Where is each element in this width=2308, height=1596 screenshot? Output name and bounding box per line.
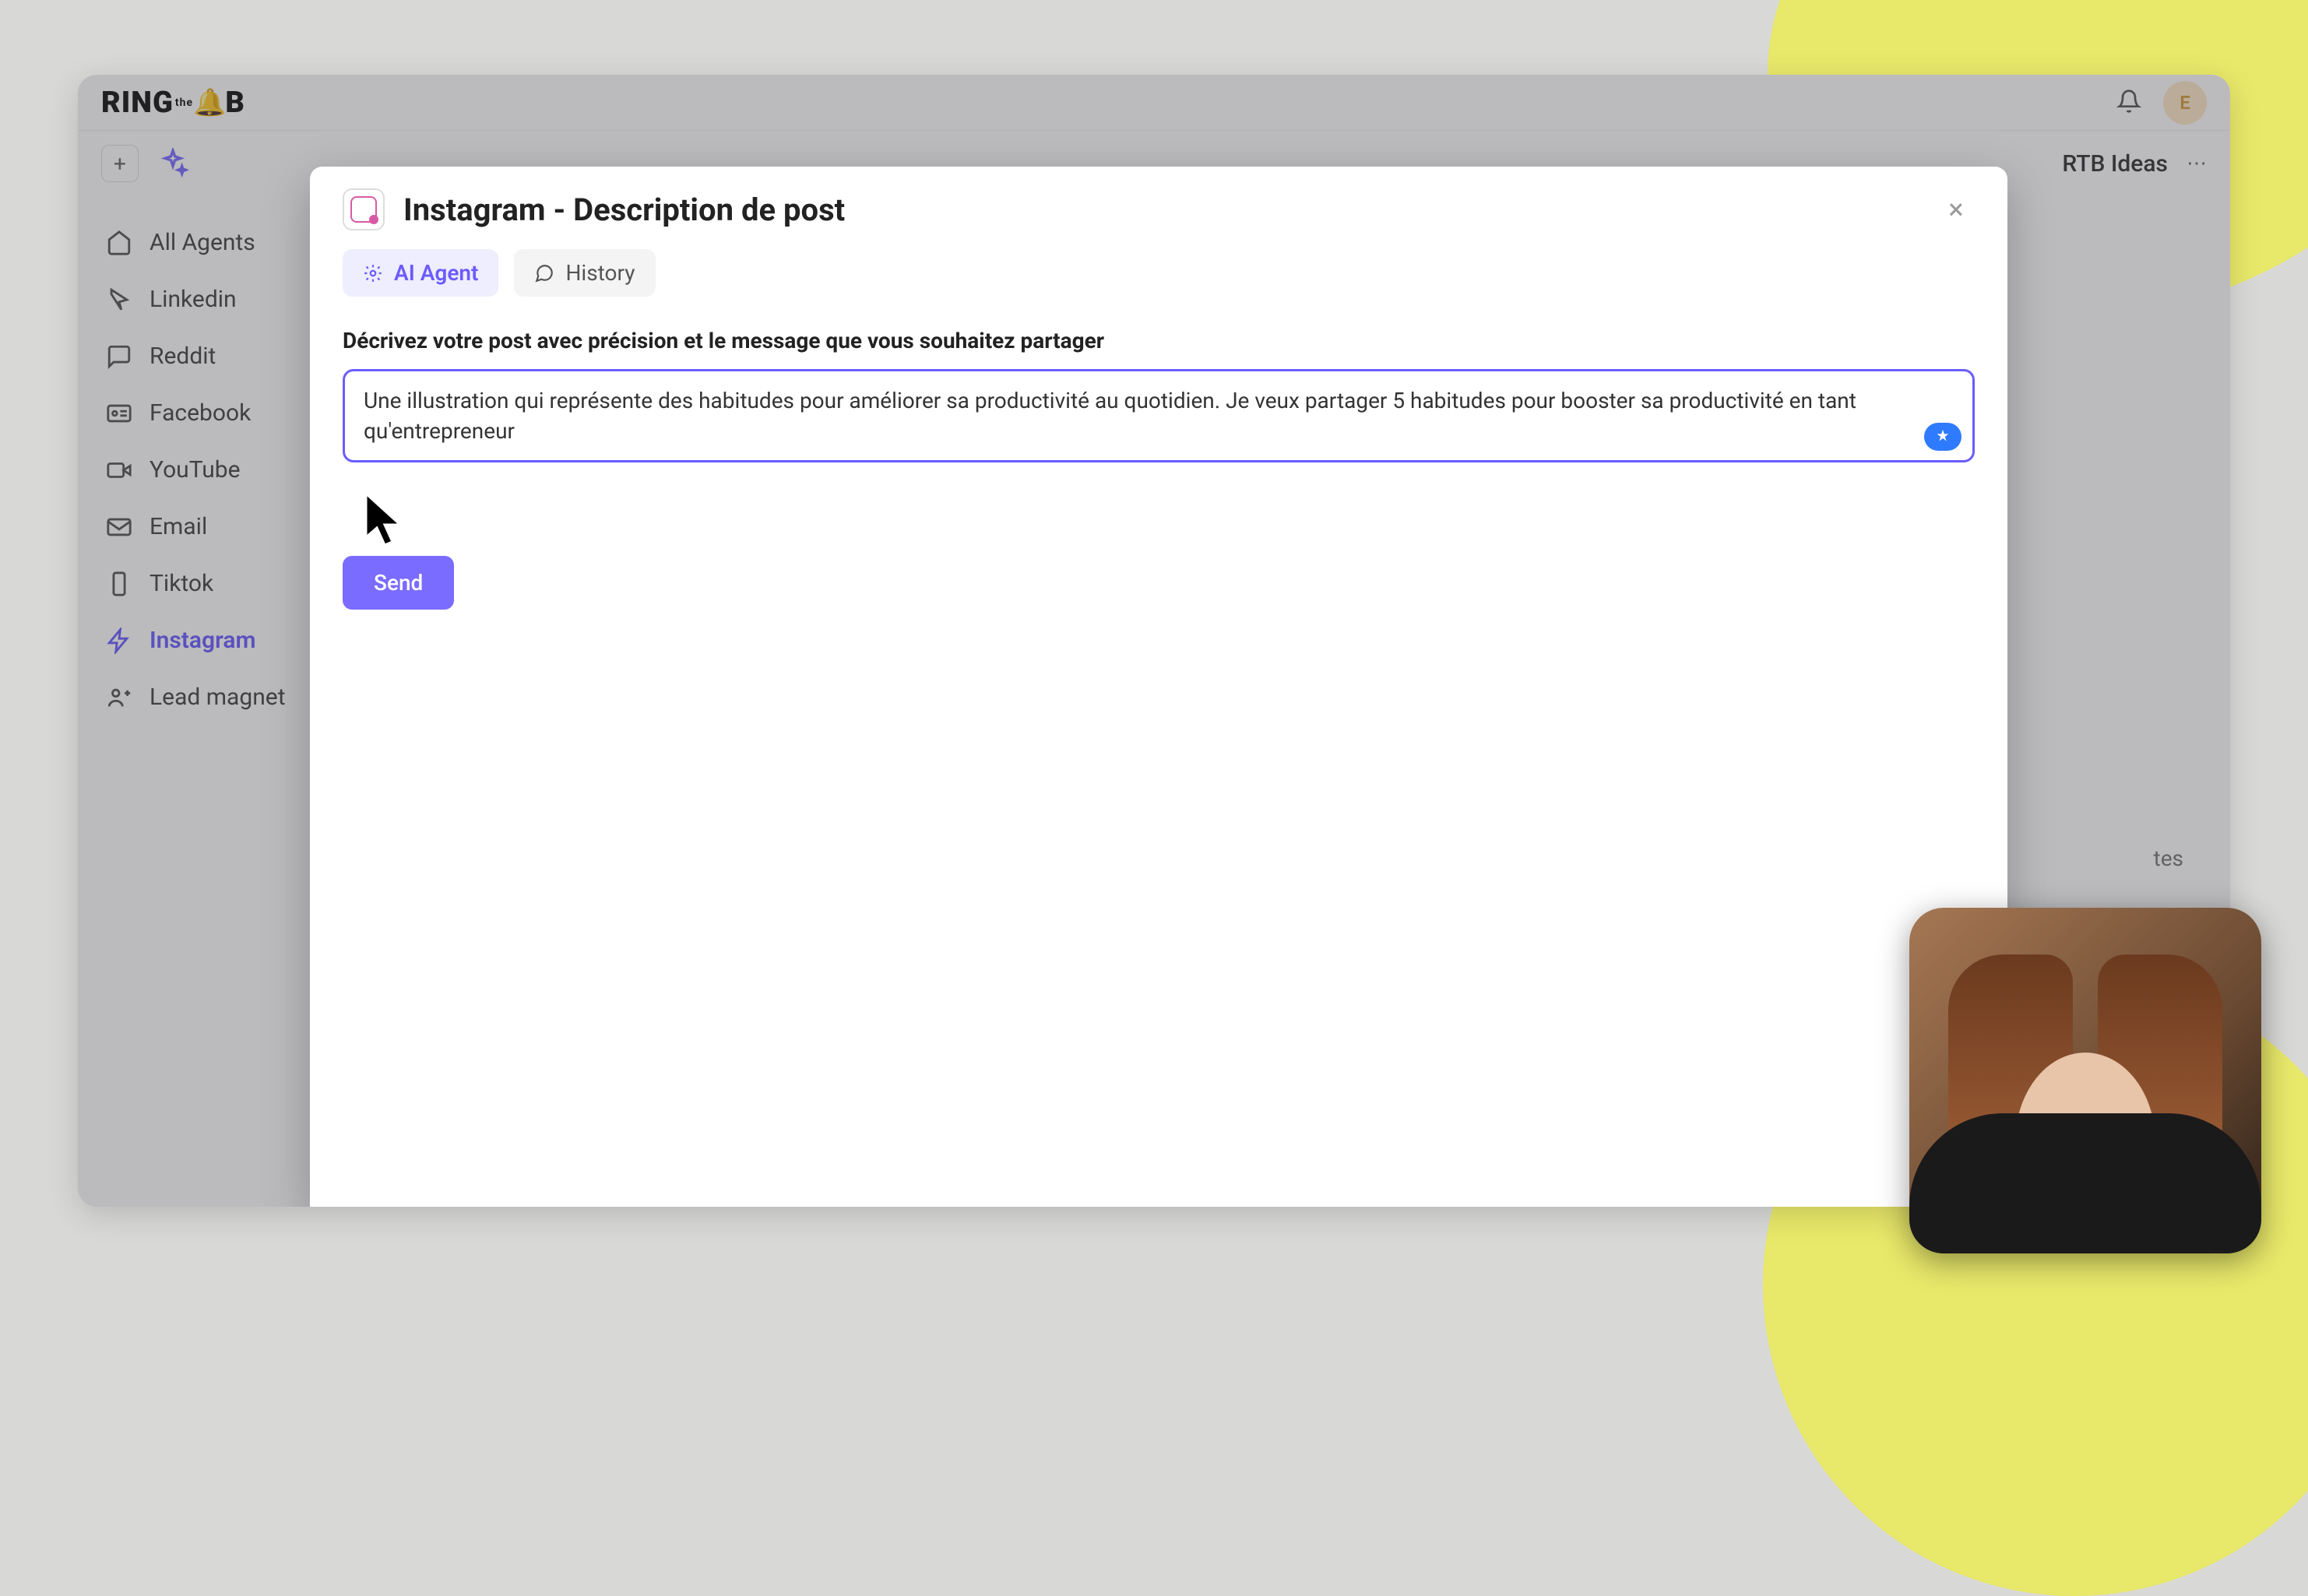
send-button[interactable]: Send xyxy=(343,556,454,610)
instagram-icon xyxy=(343,188,385,230)
tab-history[interactable]: History xyxy=(514,249,655,297)
form-label: Décrivez votre post avec précision et le… xyxy=(343,328,1975,353)
textarea-content[interactable]: Une illustration qui représente des habi… xyxy=(364,385,1954,446)
tab-label: AI Agent xyxy=(394,260,478,286)
modal-body: Décrivez votre post avec précision et le… xyxy=(310,315,2007,622)
enhance-button[interactable] xyxy=(1924,423,1961,451)
app-window: RING the 🔔 B E + RTB Ideas ⋯ All Agents xyxy=(78,75,2230,1207)
tab-label: History xyxy=(565,260,635,286)
modal: Instagram - Description de post × AI Age… xyxy=(310,167,2007,1207)
tab-ai-agent[interactable]: AI Agent xyxy=(343,249,498,297)
modal-title: Instagram - Description de post xyxy=(403,192,845,228)
webcam-overlay xyxy=(1909,908,2261,1253)
description-input[interactable]: Une illustration qui représente des habi… xyxy=(343,369,1975,462)
modal-overlay: Instagram - Description de post × AI Age… xyxy=(78,75,2230,1207)
close-icon[interactable]: × xyxy=(1937,191,1975,228)
modal-tabs: AI Agent History xyxy=(310,246,2007,315)
modal-header: Instagram - Description de post × xyxy=(310,167,2007,246)
